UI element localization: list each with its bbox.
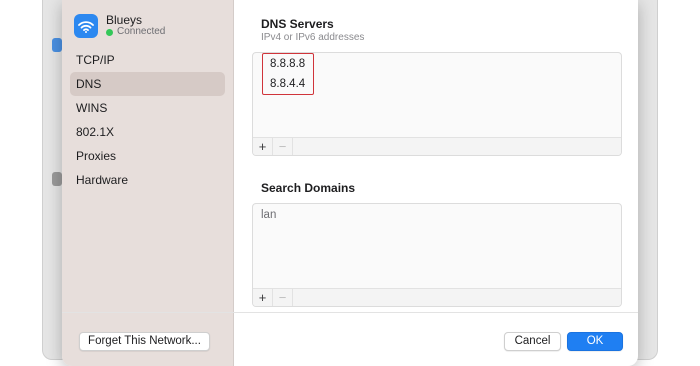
network-status: Connected <box>106 26 165 38</box>
sidebar-item-hardware[interactable]: Hardware <box>70 168 225 192</box>
cancel-button[interactable]: Cancel <box>504 332 561 351</box>
network-header: Blueys Connected <box>74 14 165 38</box>
remove-domain-button[interactable]: − <box>273 288 293 306</box>
add-domain-button[interactable]: + <box>253 288 273 306</box>
network-details-sheet: Blueys Connected TCP/IP DNS WINS 802.1X … <box>62 0 638 366</box>
sidebar-item-proxies[interactable]: Proxies <box>70 144 225 168</box>
forget-network-button[interactable]: Forget This Network... <box>79 332 210 351</box>
network-name: Blueys <box>106 13 143 27</box>
background-app-icon <box>52 172 62 186</box>
sidebar-item-tcpip[interactable]: TCP/IP <box>70 48 225 72</box>
dns-servers-subtitle: IPv4 or IPv6 addresses <box>261 32 365 43</box>
wifi-icon <box>74 14 98 38</box>
dns-highlight-box <box>262 53 314 95</box>
sheet-footer: Forget This Network... Cancel OK <box>62 312 638 366</box>
status-dot-icon <box>106 28 113 36</box>
add-dns-button[interactable]: + <box>253 137 273 155</box>
search-domain-row[interactable]: lan <box>253 205 621 225</box>
sidebar-nav: TCP/IP DNS WINS 802.1X Proxies Hardware <box>70 48 225 192</box>
sidebar-item-dns[interactable]: DNS <box>70 72 225 96</box>
network-info: Blueys Connected <box>106 14 165 38</box>
search-domains-title: Search Domains <box>261 181 356 195</box>
sidebar-item-wins[interactable]: WINS <box>70 96 225 120</box>
dns-servers-title: DNS Servers <box>261 17 334 31</box>
dns-servers-list[interactable]: 8.8.8.8 8.8.4.4 + − <box>252 52 622 156</box>
domains-list-toolbar: + − <box>253 288 621 306</box>
ok-button[interactable]: OK <box>567 332 623 351</box>
remove-dns-button[interactable]: − <box>273 137 293 155</box>
network-status-text: Connected <box>117 26 166 37</box>
search-domains-list[interactable]: lan + − <box>252 203 622 307</box>
footer-actions: Cancel OK <box>234 313 638 366</box>
background-app-icon <box>52 38 62 52</box>
sidebar-item-8021x[interactable]: 802.1X <box>70 120 225 144</box>
dns-list-toolbar: + − <box>253 137 621 155</box>
